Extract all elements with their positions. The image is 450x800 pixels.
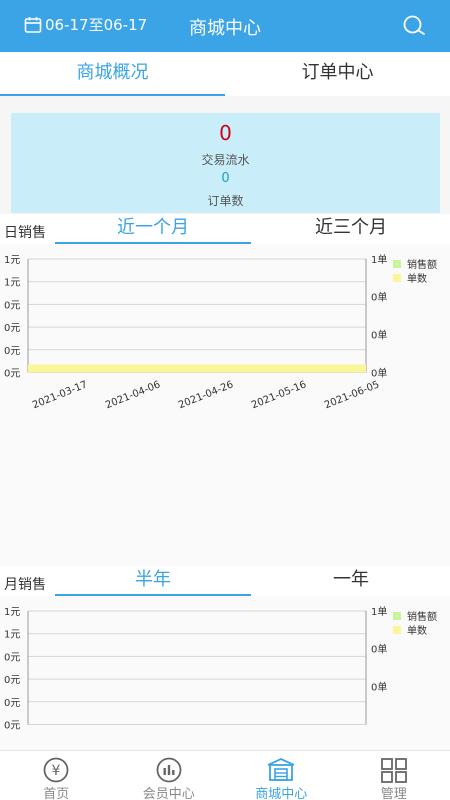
yen-icon: ¥ <box>43 757 69 783</box>
nav-member-center[interactable]: 会员中心 <box>113 751 226 800</box>
transaction-amount: 0 <box>219 121 232 145</box>
y-left-tick-label: 0元 <box>4 323 20 334</box>
y-right-tick-label: 1单 <box>371 254 387 266</box>
legend-label: 单数 <box>407 272 427 285</box>
search-button[interactable] <box>402 14 426 42</box>
search-icon <box>403 15 425 35</box>
bottom-navigation: ¥ 首页 会员中心 商城中心 管理 <box>0 750 450 800</box>
tab-mall-overview[interactable]: 商城概况 <box>0 52 225 96</box>
y-right-tick-label: 0单 <box>371 644 387 656</box>
order-count: 0 <box>221 171 230 186</box>
y-left-tick-label: 0元 <box>4 300 20 311</box>
transaction-amount-label: 交易流水 <box>201 153 250 167</box>
zero-bar-band <box>28 364 366 373</box>
monthly-sales-chart-svg: 1元 1元 0元 0元 0元 0元 1单 0单 0单 销售额单数 <box>4 606 437 732</box>
y-left-tick-label: 0元 <box>4 721 20 732</box>
y-right-tick-label: 0单 <box>371 368 387 380</box>
legend-label: 销售额 <box>407 610 437 623</box>
segment-half-year[interactable]: 半年 <box>55 566 251 596</box>
y-right-tick-label: 0单 <box>371 681 387 693</box>
y-left-tick-label: 0元 <box>4 652 20 663</box>
segment-one-year[interactable]: 一年 <box>253 566 449 596</box>
nav-mall-center[interactable]: 商城中心 <box>225 751 338 800</box>
x-tick-label: 2021-05-16 <box>250 379 308 411</box>
monthly-sales-chart: 1元 1元 0元 0元 0元 0元 1单 0单 0单 销售额 单数 <box>0 596 450 750</box>
x-tick-label: 2021-04-26 <box>177 379 235 411</box>
nav-home-label: 首页 <box>43 787 70 800</box>
x-tick-label: 2021-04-06 <box>104 379 162 411</box>
monthly-sales-label: 月销售 <box>4 577 46 593</box>
y-left-tick-label: 1元 <box>4 630 20 641</box>
legend-swatch <box>393 626 401 634</box>
daily-sales-chart: 1元 1元 0元 0元 0元 0元 1单 0单 0单 0单 2021-03-17 2021-04-06… <box>0 244 450 566</box>
legend-label: 销售额 <box>407 258 437 271</box>
y-left-tick-label: 0元 <box>4 369 20 380</box>
y-right-tick-label: 0单 <box>371 329 387 341</box>
chart-icon <box>156 757 182 783</box>
monthly-sales-header: 月销售 半年 一年 <box>0 566 450 596</box>
top-app-bar: 06-17至06-17 商城中心 <box>0 0 450 52</box>
store-icon <box>267 758 295 781</box>
daily-sales-chart-svg: 1元 1元 0元 0元 0元 0元 1单 0单 0单 0单 2021-03-17 2021-04-06… <box>4 254 437 411</box>
y-left-tick-label: 0元 <box>4 698 20 709</box>
y-right-tick-label: 0单 <box>371 292 387 304</box>
nav-member-center-label: 会员中心 <box>142 787 195 800</box>
daily-sales-label: 日销售 <box>4 225 46 241</box>
order-count-label: 订单数 <box>207 194 244 208</box>
stats-card: 0 交易流水 0 订单数 <box>11 113 440 213</box>
svg-text:¥: ¥ <box>52 763 61 779</box>
y-left-tick-label: 1元 <box>4 255 20 266</box>
segment-last-month[interactable]: 近一个月 <box>55 214 251 244</box>
x-tick-label: 2021-03-17 <box>31 379 89 411</box>
y-left-tick-label: 0元 <box>4 346 20 357</box>
nav-mall-center-label: 商城中心 <box>255 787 308 800</box>
legend-swatch <box>393 260 401 268</box>
y-right-tick-label: 1单 <box>371 606 387 618</box>
page-title: 商城中心 <box>189 18 261 39</box>
tab-order-center[interactable]: 订单中心 <box>225 52 450 96</box>
y-left-tick-label: 0元 <box>4 675 20 686</box>
segment-last-three-months[interactable]: 近三个月 <box>253 214 449 244</box>
legend-swatch <box>393 612 401 620</box>
y-left-tick-label: 1元 <box>4 607 20 618</box>
x-tick-label: 2021-06-05 <box>323 379 381 411</box>
grid-icon <box>380 758 407 783</box>
legend-label: 单数 <box>407 624 427 637</box>
nav-manage[interactable]: 管理 <box>338 751 450 800</box>
nav-manage-label: 管理 <box>380 787 407 800</box>
y-left-tick-label: 1元 <box>4 278 20 289</box>
top-tabs: 商城概况 订单中心 <box>0 52 450 96</box>
daily-sales-header: 日销售 近一个月 近三个月 <box>0 214 450 244</box>
legend-swatch <box>393 274 401 282</box>
nav-home[interactable]: ¥ 首页 <box>0 751 113 800</box>
